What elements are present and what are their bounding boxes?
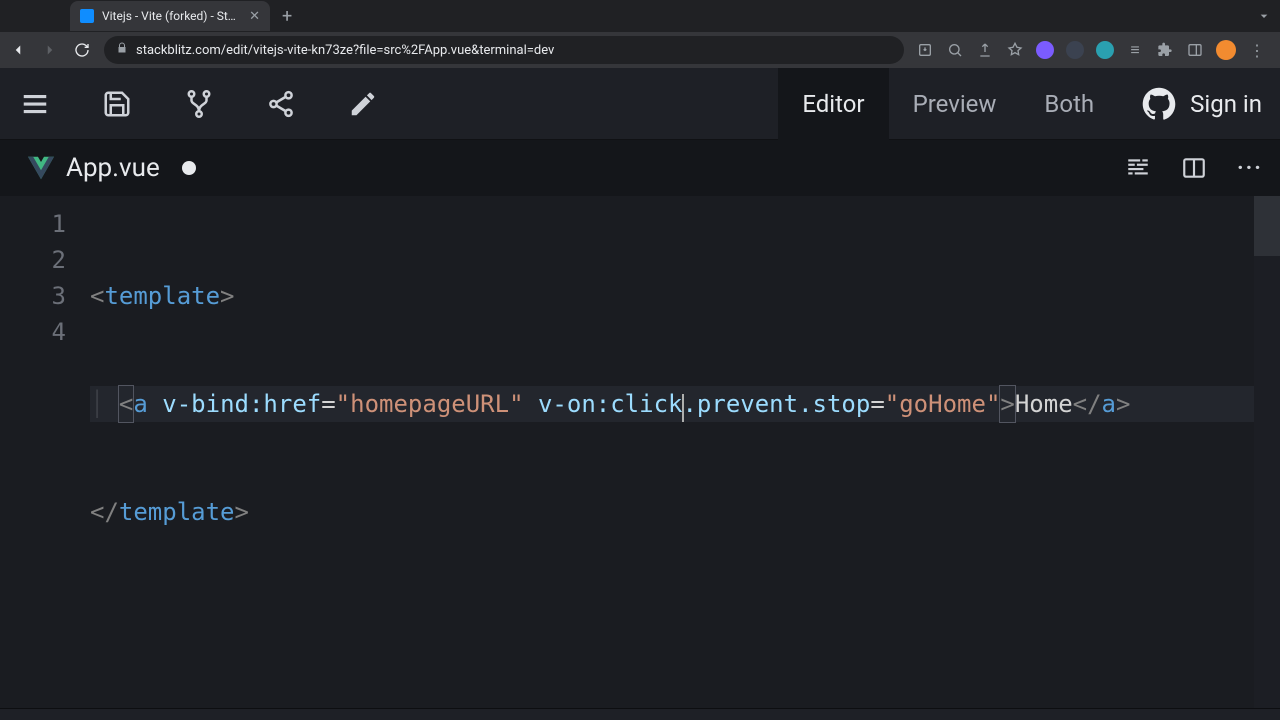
minimap-viewport[interactable]	[1254, 196, 1280, 256]
text-cursor	[682, 394, 684, 422]
side-panel-icon[interactable]	[1186, 41, 1204, 59]
extension-icon[interactable]: ≡	[1126, 41, 1144, 59]
tab-close-icon[interactable]: ✕	[249, 9, 260, 24]
browser-tab-title: Vitejs - Vite (forked) - StackBl…	[102, 9, 241, 23]
minimap[interactable]	[1254, 196, 1280, 708]
bookmark-star-icon[interactable]	[1006, 41, 1024, 59]
code-line: <template>	[90, 278, 1280, 314]
browser-right-icons: ≡ ⋮	[916, 40, 1272, 60]
github-icon[interactable]	[1142, 87, 1176, 121]
line-number: 3	[0, 278, 66, 314]
line-gutter: 1 2 3 4	[0, 196, 90, 708]
install-app-icon[interactable]	[916, 41, 934, 59]
unsaved-indicator-icon	[182, 161, 196, 175]
tab-dropdown-icon[interactable]	[1254, 6, 1274, 26]
share-network-icon[interactable]	[264, 87, 298, 121]
file-tab[interactable]: App.vue	[16, 140, 208, 196]
view-tab-editor[interactable]: Editor	[778, 68, 888, 140]
fork-icon[interactable]	[182, 87, 216, 121]
lock-icon	[116, 42, 128, 58]
line-number: 4	[0, 314, 66, 350]
view-tab-both[interactable]: Both	[1020, 68, 1118, 140]
browser-address-bar: stackblitz.com/edit/vitejs-vite-kn73ze?f…	[0, 32, 1280, 68]
nav-forward-button[interactable]	[40, 40, 60, 60]
vue-logo-icon	[28, 155, 54, 181]
code-content[interactable]: <template> │ <a v-bind:href="homepageURL…	[90, 196, 1280, 708]
browser-tab[interactable]: Vitejs - Vite (forked) - StackBl… ✕	[70, 1, 270, 31]
line-number: 1	[0, 206, 66, 242]
code-line	[90, 602, 1280, 638]
split-editor-icon[interactable]	[1180, 154, 1208, 182]
line-number: 2	[0, 242, 66, 278]
extensions-puzzle-icon[interactable]	[1156, 41, 1174, 59]
app-toolbar: Editor Preview Both Sign in	[0, 68, 1280, 140]
browser-menu-icon[interactable]: ⋮	[1248, 41, 1266, 59]
nav-reload-button[interactable]	[72, 40, 92, 60]
browser-tab-strip: Vitejs - Vite (forked) - StackBl… ✕ +	[0, 0, 1280, 32]
edit-pencil-icon[interactable]	[346, 87, 380, 121]
save-icon[interactable]	[100, 87, 134, 121]
nav-back-button[interactable]	[8, 40, 28, 60]
prettier-icon[interactable]	[1124, 154, 1152, 182]
code-editor[interactable]: 1 2 3 4 <template> │ <a v-bind:href="hom…	[0, 196, 1280, 708]
editor-more-icon[interactable]: ···	[1236, 154, 1264, 182]
stackblitz-favicon-icon	[80, 9, 94, 23]
url-text: stackblitz.com/edit/vitejs-vite-kn73ze?f…	[136, 43, 554, 58]
file-name: App.vue	[66, 153, 160, 183]
extension-icon[interactable]	[1036, 41, 1054, 59]
browser-chrome: Vitejs - Vite (forked) - StackBl… ✕ +	[0, 0, 1280, 32]
extension-icon[interactable]	[1066, 41, 1084, 59]
extension-icon[interactable]	[1096, 41, 1114, 59]
new-tab-button[interactable]: +	[270, 6, 304, 27]
url-field[interactable]: stackblitz.com/edit/vitejs-vite-kn73ze?f…	[104, 36, 904, 64]
profile-avatar[interactable]	[1216, 40, 1236, 60]
file-tab-bar: App.vue ···	[0, 140, 1280, 196]
zoom-icon[interactable]	[946, 41, 964, 59]
code-line: │ <a v-bind:href="homepageURL" v-on:clic…	[90, 386, 1280, 422]
hamburger-menu-icon[interactable]	[18, 87, 52, 121]
view-tab-preview[interactable]: Preview	[889, 68, 1021, 140]
share-icon[interactable]	[976, 41, 994, 59]
signin-link[interactable]: Sign in	[1190, 90, 1262, 118]
code-line: </template>	[90, 494, 1280, 530]
